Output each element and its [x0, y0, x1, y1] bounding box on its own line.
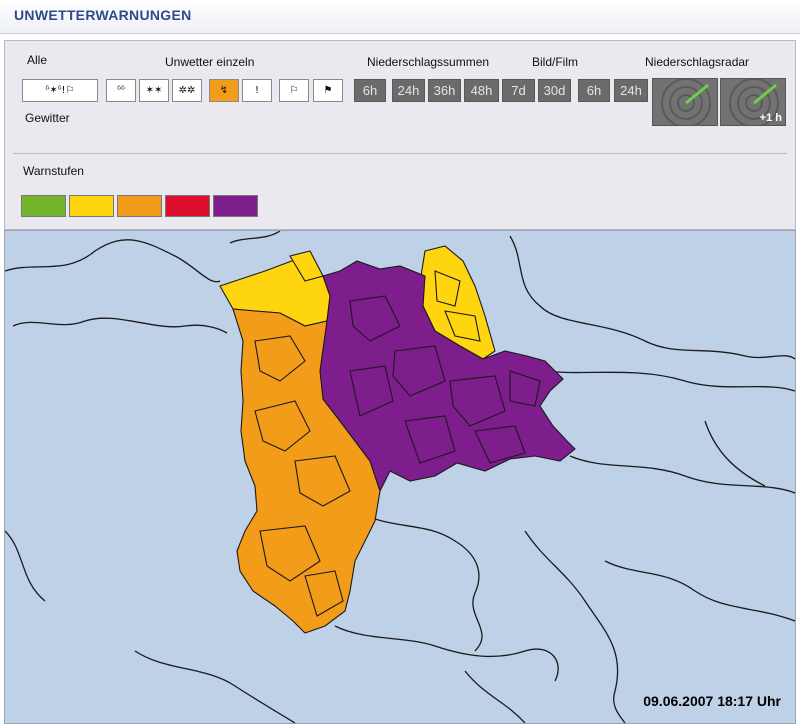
all-warnings-button[interactable]: ᵟ✶ᵟ!⚐: [22, 79, 98, 102]
black-ice-icon: !: [254, 85, 259, 96]
page-header: UNWETTERWARNUNGEN: [0, 0, 800, 34]
time-button-6h[interactable]: 6h: [578, 79, 610, 102]
map-canvas: [5, 231, 795, 723]
legend-swatch-5[interactable]: [213, 195, 258, 217]
time-button-24h[interactable]: 24h: [614, 79, 648, 102]
snow-drift-icon: ✲✲: [178, 85, 196, 96]
snow-button[interactable]: ✶✶: [139, 79, 169, 102]
time-button-48h[interactable]: 48h: [464, 79, 499, 102]
alle-label: Alle: [27, 53, 48, 67]
thunderstorm-icon: ↯: [219, 85, 229, 96]
radar-forecast-tag: +1 h: [759, 112, 782, 124]
summen-label: Niederschlagssummen: [367, 55, 490, 69]
rain-drops-button[interactable]: ᵟᵟ: [106, 79, 136, 102]
radar-icon: [661, 79, 711, 125]
einzeln-label: Unwetter einzeln: [165, 55, 255, 69]
storm-flag-button[interactable]: ⚑: [313, 79, 343, 102]
time-button-7d[interactable]: 7d: [502, 79, 535, 102]
storm-flag-icon: ⚑: [323, 85, 333, 96]
wind-flag-button[interactable]: ⚐: [279, 79, 309, 102]
snow-icon: ✶✶: [145, 85, 163, 96]
control-panel: Alle Unwetter einzeln Niederschlagssumme…: [4, 40, 796, 230]
thunderstorm-button[interactable]: ↯: [209, 79, 239, 102]
legend-swatch-1[interactable]: [21, 195, 66, 217]
warning-map[interactable]: 09.06.2007 18:17 Uhr: [4, 230, 796, 724]
radar-label: Niederschlagsradar: [645, 55, 750, 69]
rain-drops-icon: ᵟᵟ: [117, 85, 125, 96]
all-warnings-icon: ᵟ✶ᵟ!⚐: [45, 85, 75, 96]
legend-title: Warnstufen: [23, 164, 84, 178]
black-ice-button[interactable]: !: [242, 79, 272, 102]
radar-current-button[interactable]: [652, 78, 718, 126]
time-button-30d[interactable]: 30d: [538, 79, 571, 102]
gewitter-label: Gewitter: [25, 111, 70, 125]
time-button-6h[interactable]: 6h: [354, 79, 386, 102]
radar-forecast-button[interactable]: +1 h: [720, 78, 786, 126]
legend-swatch-3[interactable]: [117, 195, 162, 217]
legend-swatch-4[interactable]: [165, 195, 210, 217]
page-title: UNWETTERWARNUNGEN: [14, 7, 192, 23]
time-button-36h[interactable]: 36h: [428, 79, 461, 102]
panel-divider: [13, 153, 787, 154]
legend-swatch-2[interactable]: [69, 195, 114, 217]
time-button-24h[interactable]: 24h: [392, 79, 425, 102]
bildfilm-label: Bild/Film: [532, 55, 579, 69]
map-timestamp: 09.06.2007 18:17 Uhr: [643, 693, 781, 709]
snow-drift-button[interactable]: ✲✲: [172, 79, 202, 102]
wind-flag-icon: ⚐: [289, 85, 299, 96]
